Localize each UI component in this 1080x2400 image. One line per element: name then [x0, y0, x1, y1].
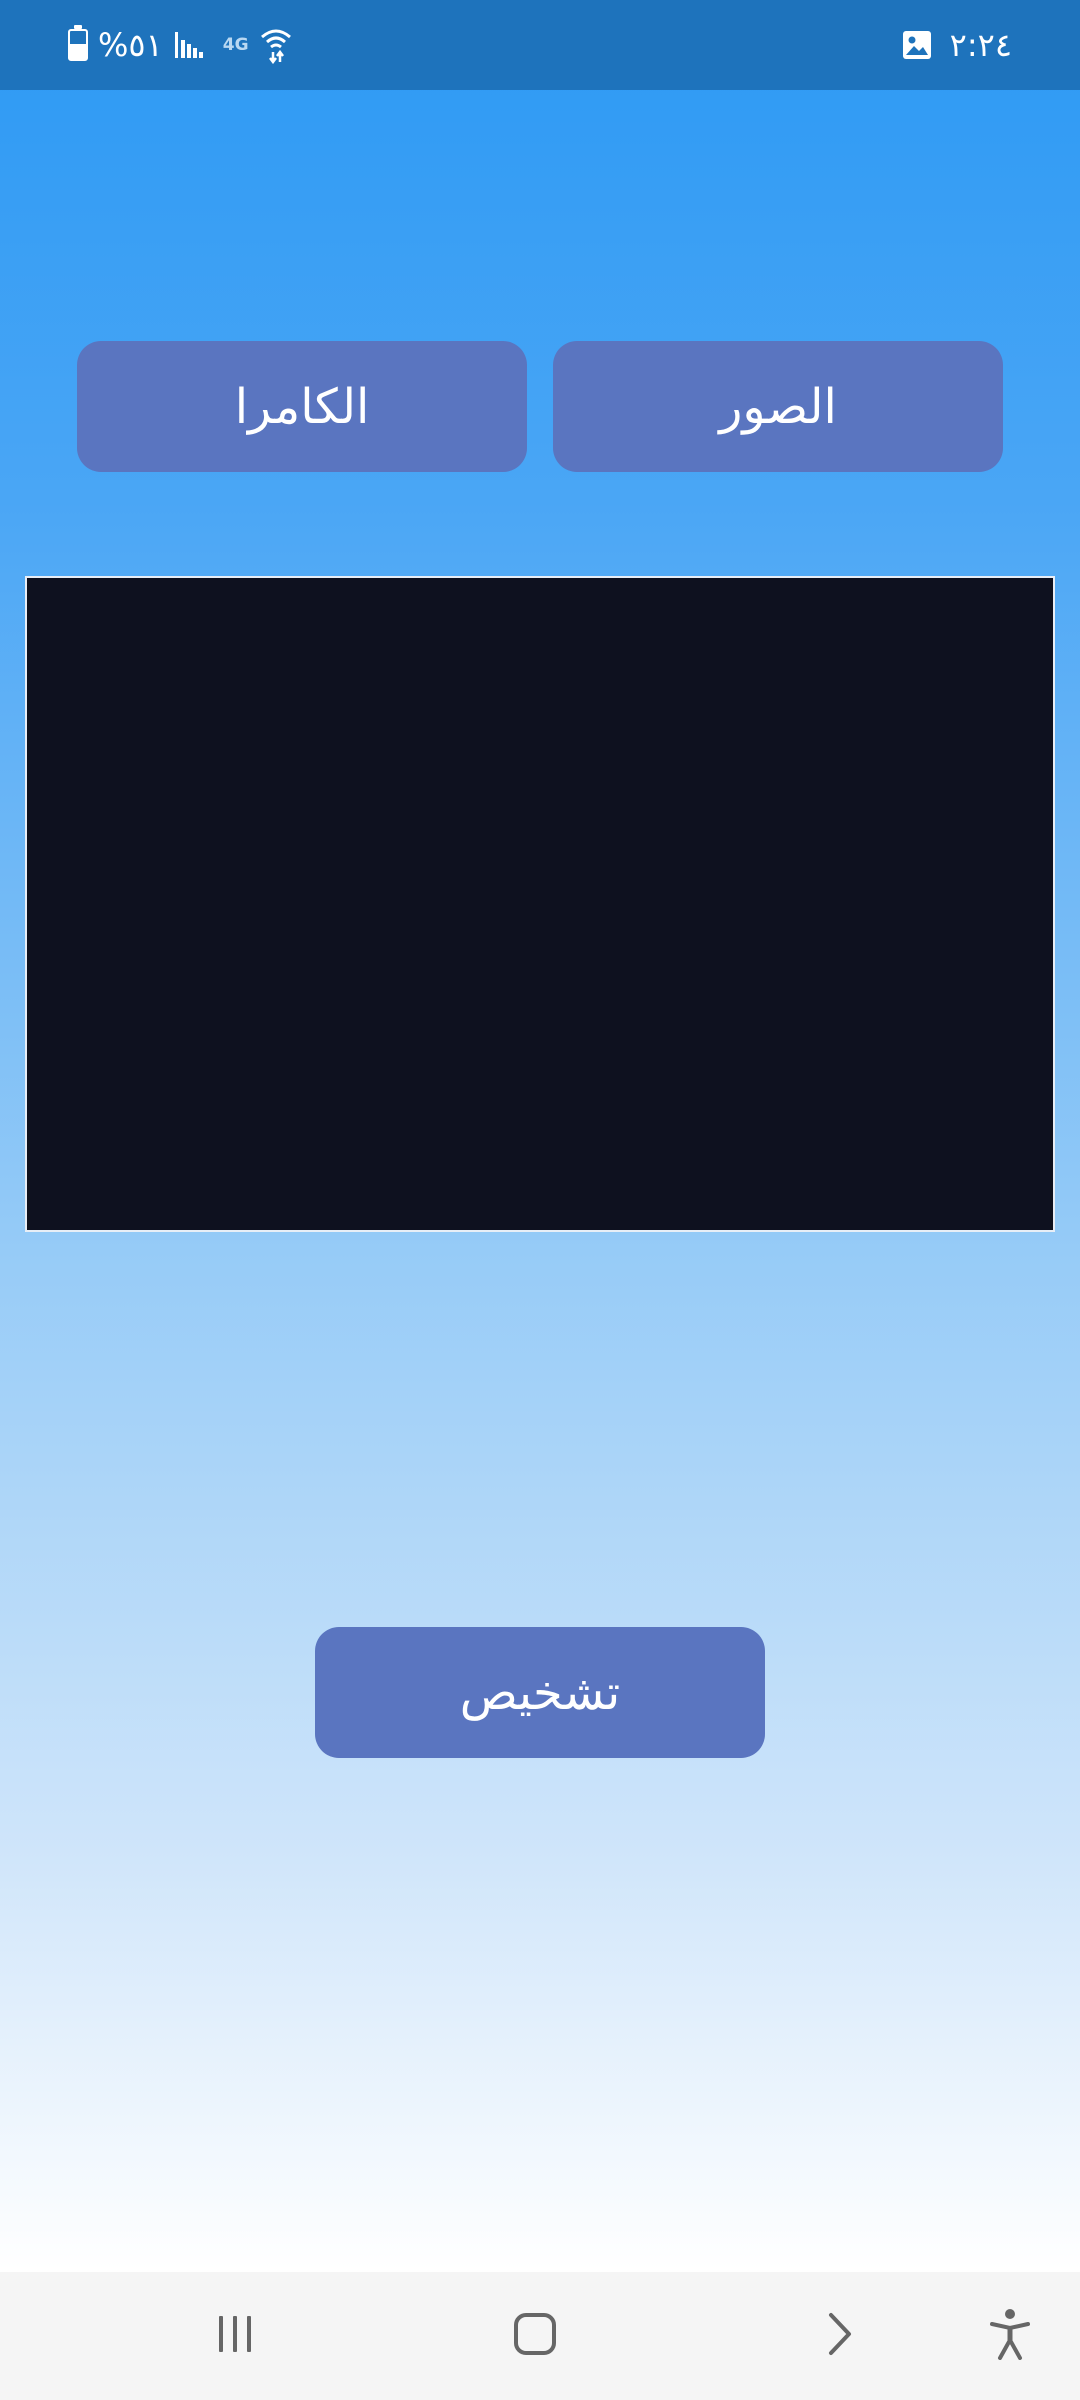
camera-button-label: الكامرا	[234, 378, 370, 435]
network-type-icon: 4G	[222, 35, 249, 55]
signal-icon	[173, 30, 207, 60]
status-right-group: ٢:٢٤	[902, 0, 1012, 90]
camera-button[interactable]: الكامرا	[77, 341, 527, 472]
recents-icon	[213, 2314, 257, 2358]
back-button[interactable]	[795, 2272, 885, 2400]
status-time: ٢:٢٤	[949, 26, 1012, 64]
battery-percentage: %٥١	[98, 26, 163, 64]
battery-icon	[68, 25, 88, 61]
diagnose-button[interactable]: تشخيص	[315, 1627, 765, 1758]
wifi-data-icon	[259, 26, 293, 64]
navigation-bar	[0, 2272, 1080, 2400]
home-icon	[512, 2311, 558, 2361]
status-bar: %٥١ 4G ٢:٢٤	[0, 0, 1080, 90]
recents-button[interactable]	[190, 2272, 280, 2400]
accessibility-icon	[988, 2308, 1032, 2364]
photos-button[interactable]: الصور	[553, 341, 1003, 472]
gallery-notification-icon	[902, 30, 932, 60]
diagnose-button-label: تشخيص	[459, 1664, 621, 1721]
home-button[interactable]	[490, 2272, 580, 2400]
back-icon	[823, 2311, 857, 2361]
status-left-group: %٥١ 4G	[68, 0, 293, 90]
accessibility-button[interactable]	[965, 2272, 1055, 2400]
photos-button-label: الصور	[719, 378, 837, 435]
image-preview	[25, 576, 1055, 1232]
